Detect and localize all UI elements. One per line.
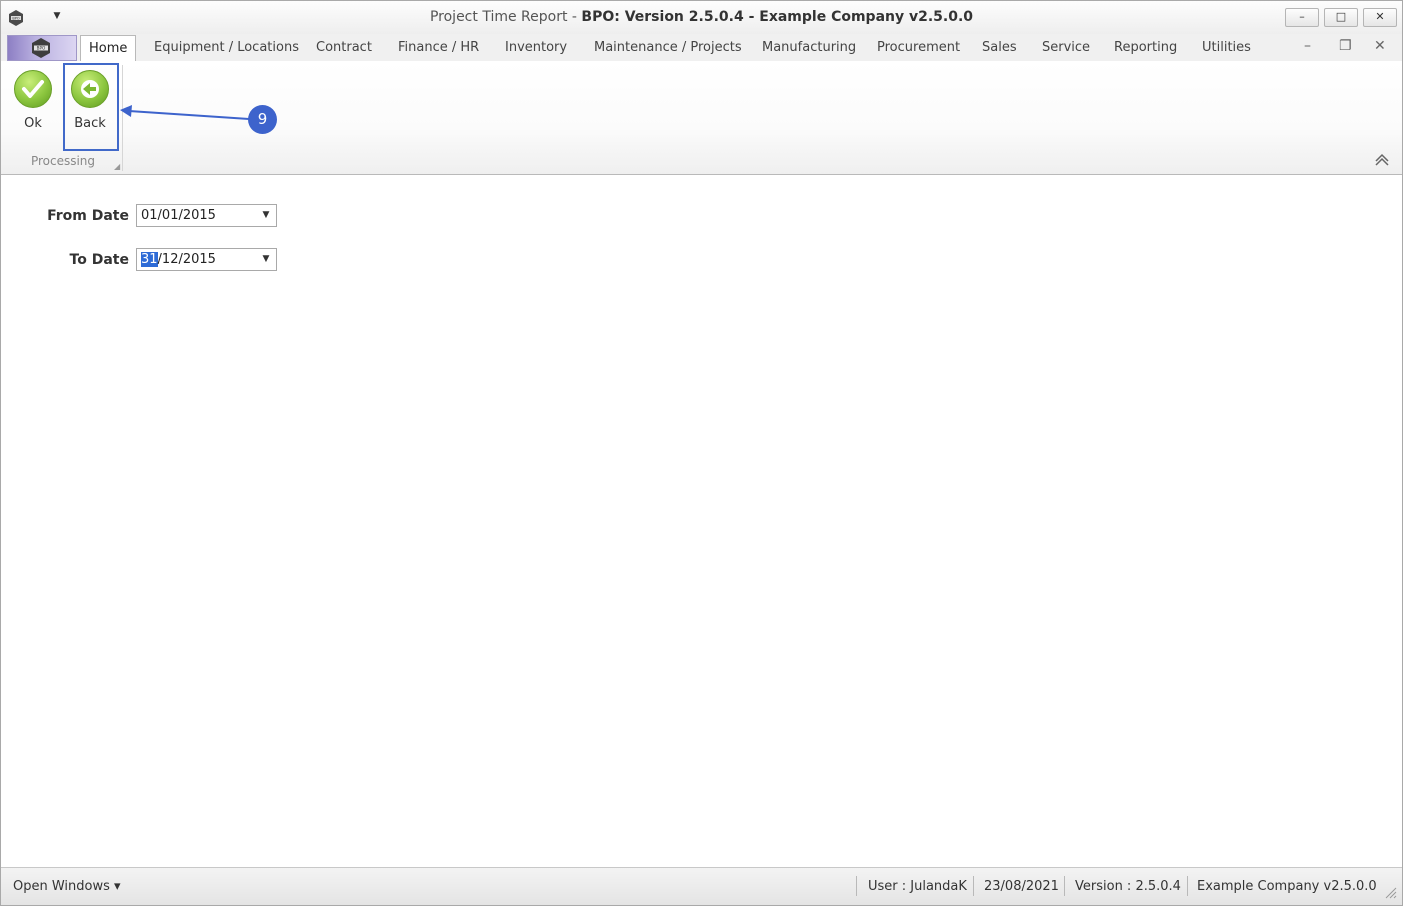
annotation-step-badge: 9 xyxy=(248,105,277,134)
status-divider xyxy=(1064,876,1065,896)
app-menu-logo-icon: BPO xyxy=(32,38,50,58)
status-divider xyxy=(856,876,857,896)
maximize-button[interactable]: □ xyxy=(1324,8,1358,27)
ribbon-tab-row: BPO Home Equipment / Locations Contract … xyxy=(1,34,1402,62)
tab-home[interactable]: Home xyxy=(80,35,137,62)
ok-button-label: Ok xyxy=(24,116,42,131)
group-launcher-icon[interactable]: ◢ xyxy=(114,162,120,171)
window-title: Project Time Report - BPO: Version 2.5.0… xyxy=(1,9,1402,25)
to-date-rest-text: /12/2015 xyxy=(157,252,216,267)
window-title-main: BPO: Version 2.5.0.4 - Example Company v… xyxy=(581,9,974,25)
resize-grip-icon[interactable] xyxy=(1383,885,1397,899)
status-version: Version : 2.5.0.4 xyxy=(1075,879,1181,894)
ok-button[interactable]: Ok xyxy=(6,67,60,131)
status-divider xyxy=(973,876,974,896)
tab-utilities[interactable]: Utilities xyxy=(1202,40,1251,60)
status-date: 23/08/2021 xyxy=(984,879,1059,894)
to-date-selected-text: 31 xyxy=(141,252,158,267)
from-date-field[interactable]: 01/01/2015 ▼ xyxy=(136,204,277,227)
tab-reporting[interactable]: Reporting xyxy=(1114,40,1177,60)
tab-sales[interactable]: Sales xyxy=(982,40,1017,60)
tab-inventory[interactable]: Inventory xyxy=(505,40,567,60)
open-windows-button[interactable]: Open Windows ▾ xyxy=(13,879,121,894)
checkmark-icon xyxy=(14,70,52,108)
collapse-ribbon-icon[interactable] xyxy=(1373,150,1391,168)
to-date-value[interactable]: 31/12/2015 xyxy=(141,252,216,267)
annotation-highlight-box xyxy=(63,63,119,151)
title-bar: BPO ▼ Project Time Report - BPO: Version… xyxy=(1,1,1402,34)
processing-group-label: Processing xyxy=(30,154,96,168)
status-company: Example Company v2.5.0.0 xyxy=(1197,879,1377,894)
tab-finance-hr[interactable]: Finance / HR xyxy=(398,40,479,60)
tab-maintenance-projects[interactable]: Maintenance / Projects xyxy=(594,40,742,60)
minimize-button[interactable]: – xyxy=(1285,8,1319,27)
status-bar: Open Windows ▾ User : JulandaK 23/08/202… xyxy=(1,867,1402,905)
svg-text:BPO: BPO xyxy=(37,46,46,51)
tab-contract[interactable]: Contract xyxy=(316,40,372,60)
tab-manufacturing[interactable]: Manufacturing xyxy=(762,40,856,60)
to-date-label: To Date xyxy=(69,252,129,268)
from-date-value[interactable]: 01/01/2015 xyxy=(141,208,216,223)
window-title-prefix: Project Time Report - xyxy=(429,9,582,25)
status-divider xyxy=(1187,876,1188,896)
application-menu-button[interactable]: BPO xyxy=(7,35,77,61)
tab-procurement[interactable]: Procurement xyxy=(877,40,960,60)
app-window: BPO ▼ Project Time Report - BPO: Version… xyxy=(0,0,1403,906)
from-date-label: From Date xyxy=(47,208,129,224)
to-date-field[interactable]: 31/12/2015 ▼ xyxy=(136,248,277,271)
mdi-restore-button[interactable]: ❐ xyxy=(1339,38,1352,54)
ribbon-panel: Ok Back Processing ◢ xyxy=(1,61,1402,175)
status-user: User : JulandaK xyxy=(868,879,967,894)
tab-service[interactable]: Service xyxy=(1042,40,1090,60)
to-date-dropdown-icon[interactable]: ▼ xyxy=(257,250,275,269)
close-button[interactable]: ✕ xyxy=(1363,8,1397,27)
mdi-close-button[interactable]: ✕ xyxy=(1374,38,1386,54)
from-date-dropdown-icon[interactable]: ▼ xyxy=(257,206,275,225)
mdi-minimize-button[interactable]: – xyxy=(1304,38,1311,54)
tab-equipment-locations[interactable]: Equipment / Locations xyxy=(154,40,299,60)
group-divider xyxy=(122,65,123,171)
